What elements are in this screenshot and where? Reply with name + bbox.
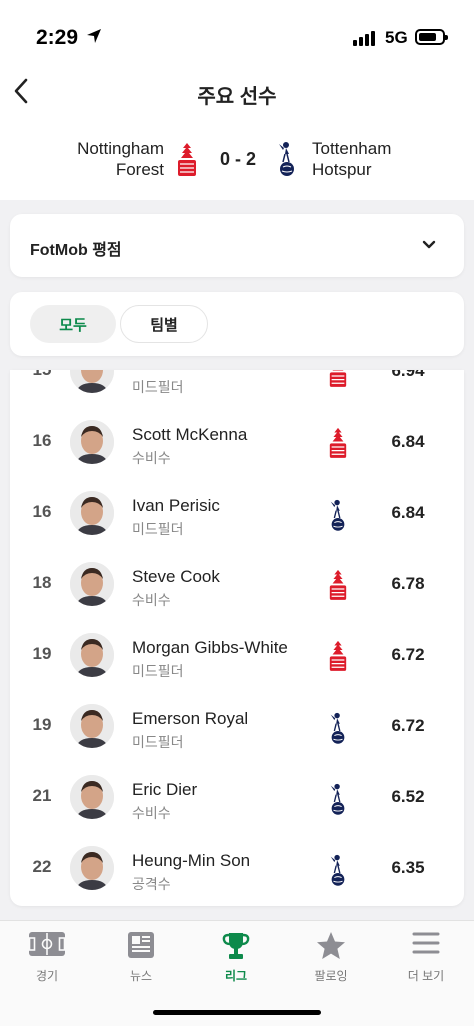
newspaper-icon: [128, 932, 154, 958]
player-position: 수비수: [132, 805, 171, 821]
chevron-down-icon: [422, 240, 436, 249]
player-avatar: [70, 775, 114, 819]
player-rank: 18: [32, 573, 52, 592]
location-arrow-icon: [87, 29, 101, 43]
pitch-icon: [28, 932, 66, 956]
nottingham-forest-crest-icon: [328, 427, 348, 460]
away-team-name: Tottenham Hotspur: [312, 139, 392, 179]
player-avatar: [70, 491, 114, 535]
cellular-signal-icon: [353, 30, 375, 46]
player-rating: 6.72: [391, 645, 425, 664]
tab-news[interactable]: 뉴스: [94, 921, 188, 991]
tab-label: 팔로잉: [314, 969, 348, 983]
network-type: 5G: [385, 28, 408, 47]
player-rank: 22: [32, 857, 52, 876]
tab-matches[interactable]: 경기: [0, 921, 94, 991]
player-row[interactable]: 22 Heung-Min Son 공격수 6.35: [10, 832, 464, 903]
player-avatar: [70, 633, 114, 677]
player-rank: 19: [32, 644, 52, 663]
tottenham-hotspur-crest-icon: [279, 142, 294, 176]
player-rank: 16: [32, 431, 52, 450]
tab-label: 경기: [35, 969, 59, 983]
player-name: Morgan Gibbs-White: [132, 638, 288, 657]
tab-leagues[interactable]: 리그: [189, 921, 283, 991]
nottingham-forest-crest-icon: [178, 143, 196, 176]
player-name: Heung-Min Son: [132, 851, 251, 870]
player-position: 미드필더: [132, 663, 184, 679]
tottenham-hotspur-crest-icon: [328, 711, 348, 746]
nottingham-forest-crest-icon: [328, 569, 348, 602]
battery-icon: [415, 29, 448, 45]
filter-bar: 모두 팀별: [10, 292, 464, 356]
player-rating: 6.72: [391, 716, 425, 735]
tottenham-hotspur-crest-icon: [328, 782, 348, 817]
player-rating: 6.84: [391, 503, 425, 522]
player-rating: 6.78: [391, 574, 425, 593]
match-score: 0 - 2: [219, 149, 257, 169]
home-team-name: Nottingham Forest: [77, 139, 164, 179]
player-name: Emerson Royal: [132, 709, 249, 728]
status-bar: 2:29 5G: [0, 22, 474, 54]
player-avatar: [70, 704, 114, 748]
player-rating: 6.35: [391, 858, 425, 877]
status-time: 2:29: [36, 26, 79, 49]
nottingham-forest-crest-icon: [328, 370, 348, 389]
menu-icon: [412, 932, 440, 954]
player-avatar: [70, 420, 114, 464]
player-rating: 6.84: [391, 432, 425, 451]
tab-label: 리그: [224, 969, 248, 983]
player-row[interactable]: 19 Emerson Royal 미드필더 6.72: [10, 690, 464, 761]
player-rank: 16: [32, 502, 52, 521]
player-rank: 21: [32, 786, 52, 805]
player-position: 미드필더: [132, 521, 184, 537]
player-position: 미드필더: [132, 734, 184, 750]
player-row[interactable]: 19 Morgan Gibbs-White 미드필더 6.72: [10, 619, 464, 690]
star-icon: [317, 932, 345, 959]
player-position: 수비수: [132, 592, 171, 608]
tab-label: 뉴스: [129, 969, 153, 983]
filter-by-team-button[interactable]: 팀별: [120, 305, 208, 343]
player-rank: 15: [20, 370, 64, 380]
player-name: Ivan Perisic: [132, 496, 220, 515]
tab-following[interactable]: 팔로잉: [284, 921, 378, 991]
player-avatar: [70, 562, 114, 606]
nottingham-forest-crest-icon: [328, 640, 348, 673]
player-position: 공격수: [132, 876, 171, 892]
dropdown-label: FotMob 평점: [30, 242, 122, 259]
player-row[interactable]: 16 Scott McKenna 수비수 6.84: [10, 406, 464, 477]
player-row[interactable]: 15 미드필더 6.94: [10, 370, 464, 406]
player-name: Eric Dier: [132, 780, 198, 799]
tottenham-hotspur-crest-icon: [328, 853, 348, 888]
player-avatar: [70, 370, 114, 393]
tab-label: 더 보기: [407, 969, 445, 983]
player-row[interactable]: 16 Ivan Perisic 미드필더 6.84: [10, 477, 464, 548]
player-avatar: [70, 846, 114, 890]
top-header-area: 2:29 5G 주요 선수 Nottingham Forest 0 - 2 To…: [0, 0, 474, 200]
tottenham-hotspur-crest-icon: [328, 498, 348, 533]
player-position: 수비수: [132, 450, 171, 466]
player-row[interactable]: 18 Steve Cook 수비수 6.78: [10, 548, 464, 619]
player-ratings-list: 15 미드필더 6.94 16 Scott McKenna 수비수 6.84 16 Ivan P…: [10, 370, 464, 906]
home-indicator: [153, 1010, 321, 1015]
player-rank: 19: [32, 715, 52, 734]
trophy-icon: [222, 933, 250, 959]
player-rating: 6.94: [391, 370, 425, 380]
tab-more[interactable]: 더 보기: [379, 921, 473, 991]
player-name: Scott McKenna: [132, 425, 248, 444]
player-rating: 6.52: [391, 787, 425, 806]
filter-all-button[interactable]: 모두: [30, 305, 116, 343]
player-row[interactable]: 21 Eric Dier 수비수 6.52: [10, 761, 464, 832]
page-title: 주요 선수: [197, 86, 277, 108]
match-header[interactable]: Nottingham Forest 0 - 2 Tottenham Hotspu…: [0, 138, 474, 182]
player-name: Steve Cook: [132, 567, 220, 586]
rating-type-dropdown[interactable]: FotMob 평점: [10, 214, 464, 277]
player-position: 미드필더: [132, 379, 184, 395]
